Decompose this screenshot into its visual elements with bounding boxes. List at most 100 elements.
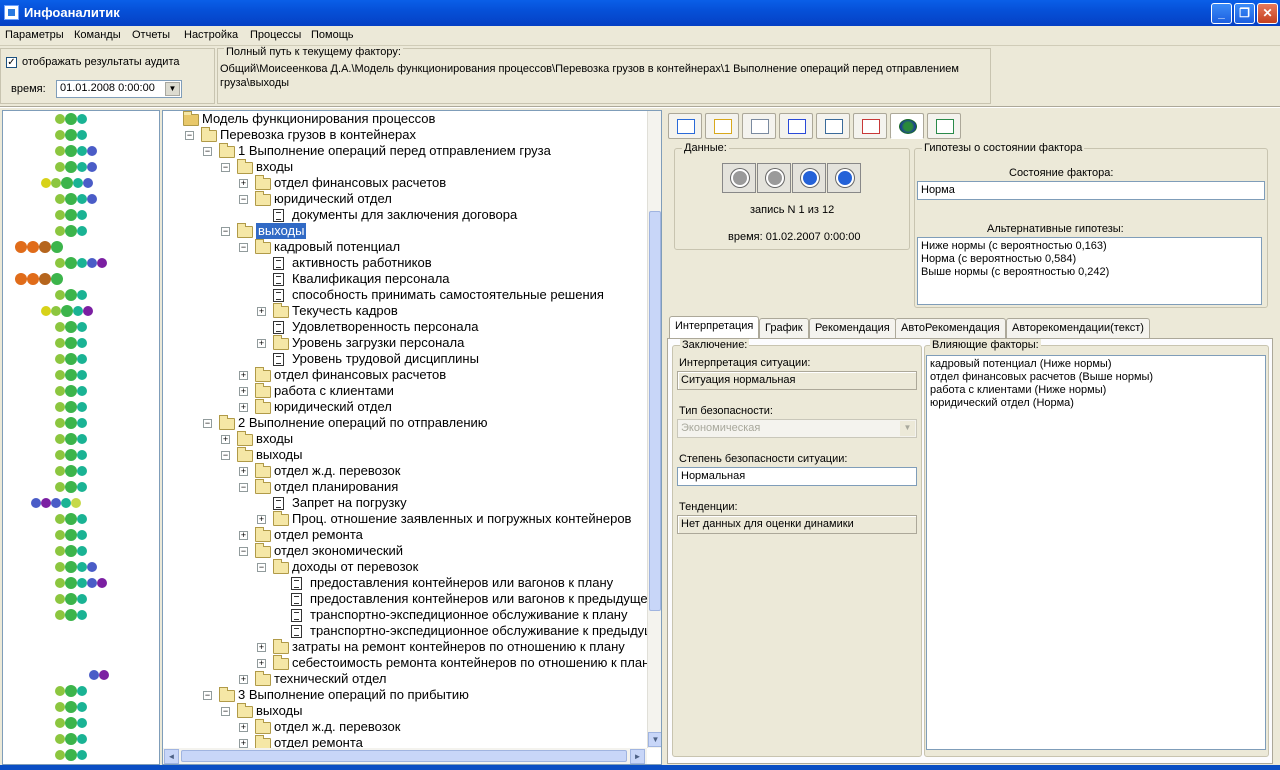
close-button[interactable]: ✕ (1257, 3, 1278, 24)
menu-help[interactable]: Помощь (311, 29, 354, 41)
tree-node[interactable]: Модель функционирования процессов (163, 111, 647, 127)
last-record-button[interactable] (827, 163, 861, 193)
tree-node[interactable]: транспортно-экспедиционное обслуживание … (163, 607, 647, 623)
tree-node-label[interactable]: отдел ж.д. перевозок (274, 719, 400, 735)
tree-node[interactable]: − отдел экономический (163, 543, 647, 559)
tree-node-label[interactable]: технический отдел (274, 671, 386, 687)
expand-toggle-icon[interactable]: + (221, 435, 230, 444)
expand-toggle-icon[interactable]: + (257, 515, 266, 524)
expand-toggle-icon[interactable]: − (203, 419, 212, 428)
tree-node-label[interactable]: отдел экономический (274, 543, 403, 559)
tree-node-label[interactable]: способность принимать самостоятельные ре… (292, 287, 604, 303)
tree-node[interactable]: + отдел финансовых расчетов (163, 367, 647, 383)
tree-node-label[interactable]: отдел финансовых расчетов (274, 367, 446, 383)
expand-toggle-icon[interactable]: − (239, 195, 248, 204)
tree-node-label[interactable]: выходы (256, 703, 302, 719)
tree-node[interactable]: − отдел планирования (163, 479, 647, 495)
tree-node[interactable]: + отдел ремонта (163, 735, 647, 748)
list-item[interactable]: Ниже нормы (с вероятностью 0,163) (921, 240, 1258, 253)
tree-node-label[interactable]: себестоимость ремонта контейнеров по отн… (292, 655, 647, 671)
expand-toggle-icon[interactable]: + (239, 531, 248, 540)
tree-hscroll-thumb[interactable] (181, 750, 627, 762)
toolbar-button-search-doc[interactable] (705, 113, 739, 139)
tree-node-label[interactable]: транспортно-экспедиционное обслуживание … (310, 607, 628, 623)
tree-node[interactable]: + затраты на ремонт контейнеров по отноше… (163, 639, 647, 655)
tree-node-label[interactable]: отдел ж.д. перевозок (274, 463, 400, 479)
tree-node-label[interactable]: выходы (256, 223, 307, 239)
tree-node-label[interactable]: юридический отдел (274, 191, 392, 207)
expand-toggle-icon[interactable]: + (239, 739, 248, 748)
tree-node[interactable]: способность принимать самостоятельные ре… (163, 287, 647, 303)
tree-node-label[interactable]: Текучесть кадров (292, 303, 398, 319)
tree-node-label[interactable]: кадровый потенциал (274, 239, 400, 255)
tree-node-label[interactable]: отдел ремонта (274, 527, 363, 543)
tree-node[interactable]: − доходы от перевозок (163, 559, 647, 575)
tree-node-label[interactable]: входы (256, 431, 293, 447)
tree-node[interactable]: + юридический отдел (163, 399, 647, 415)
tab-autorecommendation[interactable]: АвтоРекомендация (895, 318, 1006, 338)
tree-node[interactable]: − юридический отдел (163, 191, 647, 207)
tree-node-label[interactable]: отдел планирования (274, 479, 398, 495)
tree-node[interactable]: − кадровый потенциал (163, 239, 647, 255)
tree-node-label[interactable]: затраты на ремонт контейнеров по отношен… (292, 639, 625, 655)
scroll-down-arrow[interactable]: ▼ (648, 732, 661, 747)
expand-toggle-icon[interactable]: + (239, 387, 248, 396)
expand-toggle-icon[interactable]: − (221, 451, 230, 460)
tree-node-label[interactable]: Удовлетворенность персонала (292, 319, 478, 335)
tree-node[interactable]: + Проц. отношение заявленных и погружных … (163, 511, 647, 527)
toolbar-button-line-chart[interactable] (853, 113, 887, 139)
list-item[interactable]: юридический отдел (Норма) (930, 397, 1262, 410)
tree-node-label[interactable]: предоставления контейнеров или вагонов к… (310, 591, 647, 607)
tree-node-label[interactable]: отдел финансовых расчетов (274, 175, 446, 191)
expand-toggle-icon[interactable]: + (257, 659, 266, 668)
factors-list[interactable]: кадровый потенциал (Ниже нормы) отдел фи… (926, 355, 1266, 750)
expand-toggle-icon[interactable]: + (239, 403, 248, 412)
tree-node-label[interactable]: Модель функционирования процессов (202, 111, 435, 127)
expand-toggle-icon[interactable]: + (257, 339, 266, 348)
tree-node-label[interactable]: активность работников (292, 255, 432, 271)
tree-node[interactable]: Запрет на погрузку (163, 495, 647, 511)
list-item[interactable]: отдел финансовых расчетов (Выше нормы) (930, 371, 1262, 384)
tree-node-label[interactable]: юридический отдел (274, 399, 392, 415)
tree-node[interactable]: − выходы (163, 223, 647, 239)
tree-node-label[interactable]: работа с клиентами (274, 383, 394, 399)
expand-toggle-icon[interactable]: − (239, 483, 248, 492)
tree-node-label[interactable]: Уровень загрузки персонала (292, 335, 464, 351)
expand-toggle-icon[interactable]: − (185, 131, 194, 140)
toolbar-button-table[interactable] (816, 113, 850, 139)
toolbar-button-calculator[interactable] (927, 113, 961, 139)
tree-node[interactable]: + отдел ремонта (163, 527, 647, 543)
tree-node[interactable]: документы для заключения договора (163, 207, 647, 223)
expand-toggle-icon[interactable]: − (221, 707, 230, 716)
state-field[interactable]: Норма (917, 181, 1265, 200)
expand-toggle-icon[interactable]: + (239, 179, 248, 188)
tree-node[interactable]: транспортно-экспедиционное обслуживание … (163, 623, 647, 639)
tree-node[interactable]: + себестоимость ремонта контейнеров по от… (163, 655, 647, 671)
tree-node[interactable]: предоставления контейнеров или вагонов к… (163, 575, 647, 591)
tree-node[interactable]: + отдел ж.д. перевозок (163, 463, 647, 479)
toolbar-button-structure[interactable] (668, 113, 702, 139)
tree-node[interactable]: предоставления контейнеров или вагонов к… (163, 591, 647, 607)
tree-node[interactable]: + отдел финансовых расчетов (163, 175, 647, 191)
tab-interpretation[interactable]: Интерпретация (669, 316, 760, 338)
tree-node-label[interactable]: 1 Выполнение операций перед отправлением… (238, 143, 551, 159)
tree-node[interactable]: Квалификация персонала (163, 271, 647, 287)
tree-node[interactable]: + Уровень загрузки персонала (163, 335, 647, 351)
expand-toggle-icon[interactable]: − (221, 227, 230, 236)
tree-vscroll-thumb[interactable] (649, 211, 661, 611)
tree-node[interactable]: + входы (163, 431, 647, 447)
list-item[interactable]: кадровый потенциал (Ниже нормы) (930, 358, 1262, 371)
scroll-right-arrow[interactable]: ► (630, 749, 645, 764)
tree-node-label[interactable]: Перевозка грузов в контейнерах (220, 127, 416, 143)
tree-node-label[interactable]: 3 Выполнение операций по прибытию (238, 687, 469, 703)
tree-node[interactable]: Уровень трудовой дисциплины (163, 351, 647, 367)
tree-node-label[interactable]: Уровень трудовой дисциплины (292, 351, 479, 367)
menu-commands[interactable]: Команды (74, 29, 121, 41)
expand-toggle-icon[interactable]: − (203, 691, 212, 700)
tree-node[interactable]: − 3 Выполнение операций по прибытию (163, 687, 647, 703)
expand-toggle-icon[interactable]: + (239, 371, 248, 380)
prev-record-button[interactable] (757, 163, 791, 193)
tree-node[interactable]: + технический отдел (163, 671, 647, 687)
menu-processes[interactable]: Процессы (250, 29, 301, 41)
scroll-left-arrow[interactable]: ◄ (164, 749, 179, 764)
